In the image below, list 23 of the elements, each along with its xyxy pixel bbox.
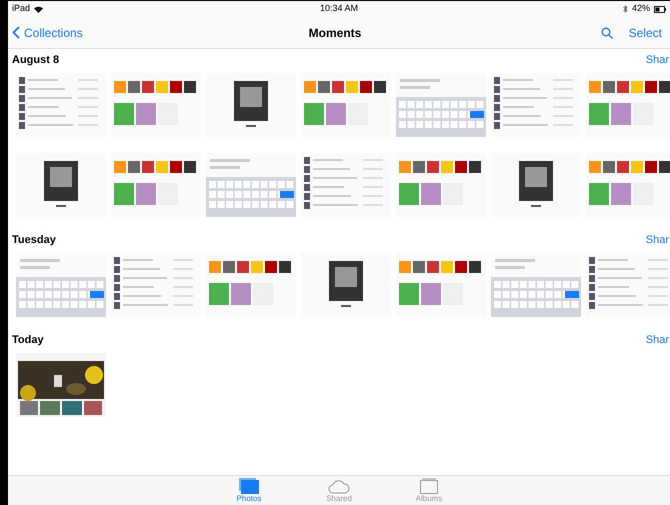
- battery-percent: 42%: [632, 2, 650, 16]
- search-icon[interactable]: [600, 26, 613, 38]
- section-title: Today: [12, 332, 44, 348]
- photos-icon: [239, 478, 259, 494]
- screen-title: Moments: [308, 24, 362, 42]
- chevron-icon: [12, 26, 20, 39]
- share-button[interactable]: Shar: [646, 332, 670, 348]
- battery-icon: [654, 6, 666, 12]
- album-icon: [420, 478, 438, 494]
- tab[interactable]: Photos: [219, 476, 279, 505]
- share-button[interactable]: Shar: [646, 52, 670, 68]
- bluetooth-icon: [622, 5, 628, 13]
- carrier-label: iPad: [12, 2, 30, 16]
- section-title: August 8: [12, 52, 60, 68]
- cloud-icon: [328, 478, 350, 494]
- tab[interactable]: Albums: [399, 476, 459, 505]
- wifi-icon: [34, 6, 44, 12]
- share-button[interactable]: Shar: [646, 232, 670, 248]
- select-button[interactable]: Select: [628, 24, 662, 42]
- back-button[interactable]: Collections: [8, 24, 148, 42]
- clock: 10:34 AM: [320, 2, 358, 16]
- section-title: Tuesday: [12, 232, 56, 248]
- tab[interactable]: Shared: [309, 476, 369, 505]
